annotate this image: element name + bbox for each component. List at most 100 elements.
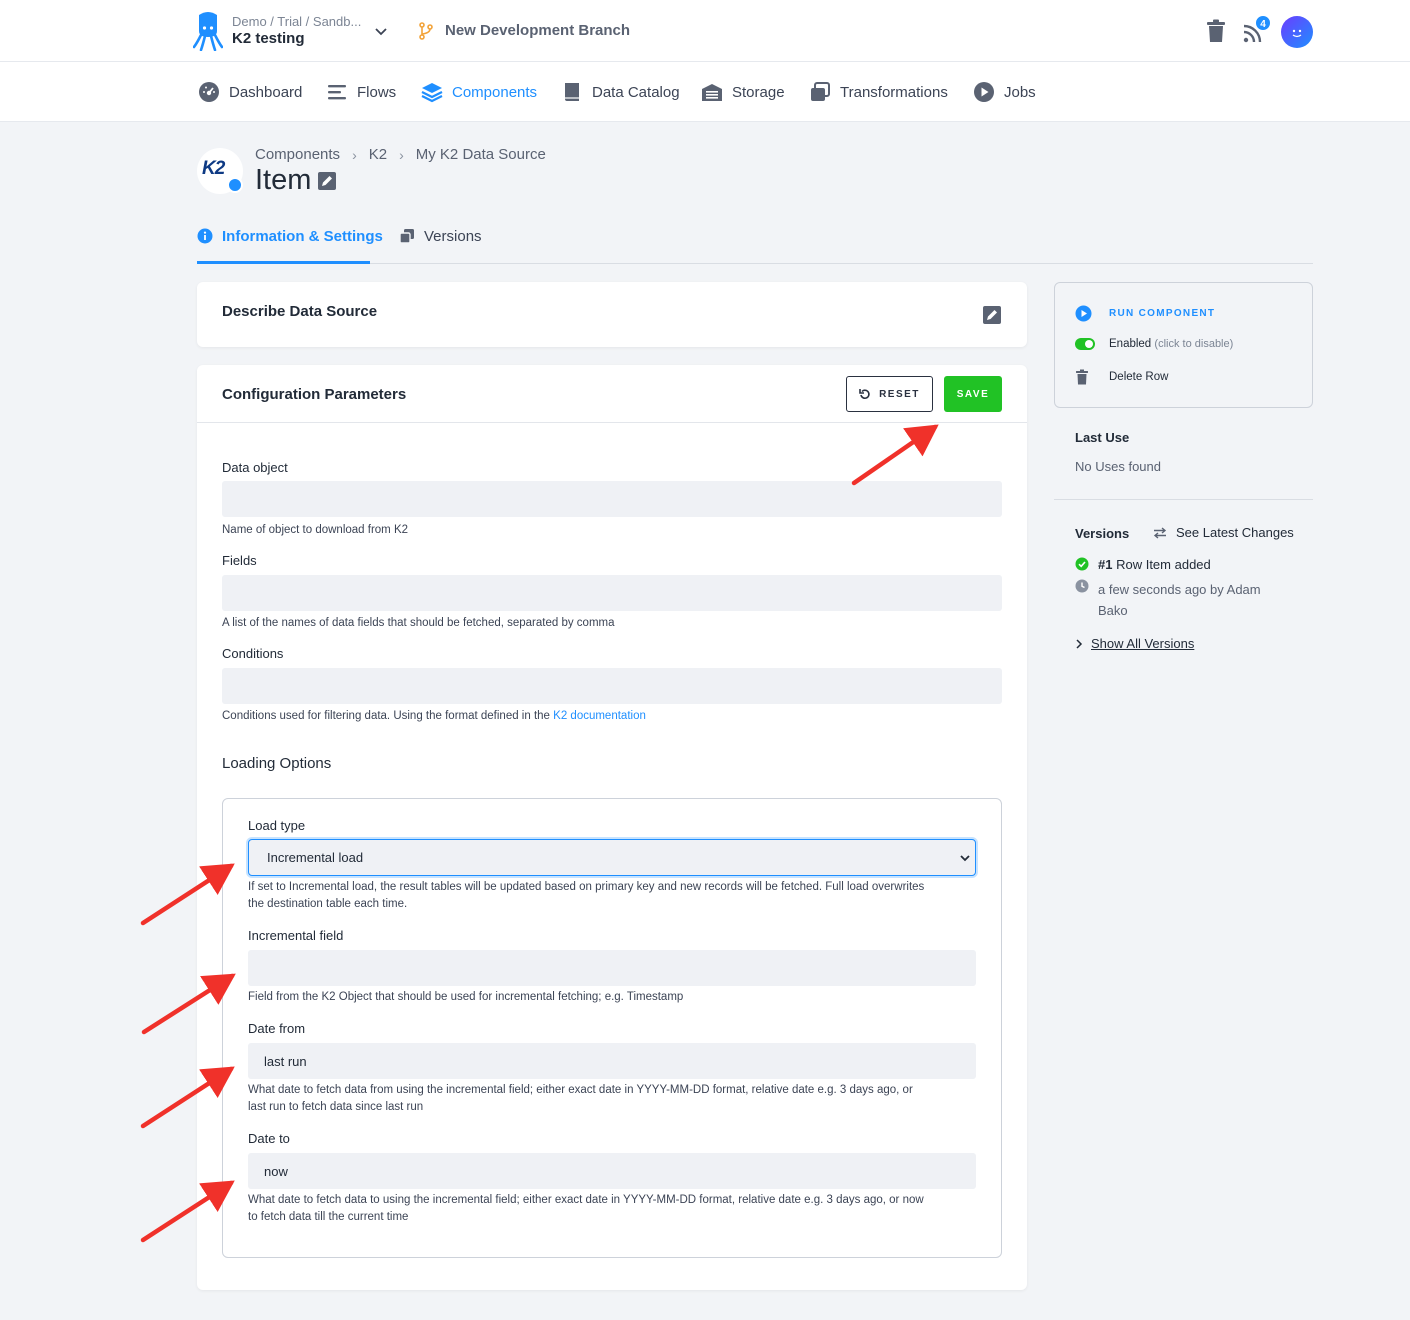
incremental-field-input[interactable] xyxy=(248,950,976,986)
octopus-logo-icon[interactable] xyxy=(193,11,223,51)
breadcrumb-k2[interactable]: K2 xyxy=(369,146,387,163)
load-type-help-line2: the destination table each time. xyxy=(248,898,408,910)
nav-jobs[interactable]: Jobs xyxy=(973,80,1036,104)
see-latest-changes-label: See Latest Changes xyxy=(1176,525,1294,540)
branch-icon xyxy=(419,22,433,40)
k2-documentation-link[interactable]: K2 documentation xyxy=(553,710,646,722)
book-icon xyxy=(565,83,579,101)
load-type-value: Incremental load xyxy=(267,850,364,865)
chevron-right-icon: › xyxy=(399,146,404,163)
trash-icon[interactable] xyxy=(1205,19,1227,43)
transformations-icon xyxy=(811,82,830,101)
storage-icon xyxy=(702,84,722,101)
last-use-value: No Uses found xyxy=(1075,459,1161,474)
describe-title: Describe Data Source xyxy=(222,303,378,320)
show-all-versions-link[interactable]: Show All Versions xyxy=(1075,636,1194,651)
date-from-label: Date from xyxy=(248,1021,306,1036)
tab-information-settings[interactable]: Information & Settings xyxy=(197,225,383,247)
date-to-input[interactable] xyxy=(248,1153,976,1189)
nav-label: Jobs xyxy=(1004,83,1036,101)
avatar[interactable] xyxy=(1281,16,1313,48)
data-object-help: Name of object to download from K2 xyxy=(222,524,409,536)
copy-icon xyxy=(399,229,414,244)
nav-transformations[interactable]: Transformations xyxy=(809,80,948,104)
config-title: Configuration Parameters xyxy=(222,386,407,403)
conditions-label: Conditions xyxy=(222,646,284,661)
page-title: Item xyxy=(255,164,312,196)
configuration-card: Configuration Parameters RESET SAVE Data… xyxy=(197,365,1027,1290)
breadcrumb-data-source[interactable]: My K2 Data Source xyxy=(416,146,546,163)
top-bar: Demo / Trial / Sandb... K2 testing New D… xyxy=(0,0,1410,62)
date-to-label: Date to xyxy=(248,1131,290,1146)
edit-icon[interactable] xyxy=(983,306,1001,324)
nav-label: Components xyxy=(452,83,538,101)
play-icon xyxy=(974,82,994,102)
tab-versions[interactable]: Versions xyxy=(399,225,482,247)
nav-data-catalog[interactable]: Data Catalog xyxy=(561,80,680,104)
k2-logo-text: K2 xyxy=(202,158,225,179)
version-time-line2: Bako xyxy=(1098,603,1128,618)
notification-badge: 4 xyxy=(1254,14,1272,32)
nav-label: Transformations xyxy=(840,83,948,101)
fields-label: Fields xyxy=(222,553,257,568)
date-from-help-line2: last run to fetch data since last run xyxy=(248,1101,424,1113)
edit-icon[interactable] xyxy=(318,172,336,190)
clock-icon xyxy=(1075,579,1089,593)
conditions-input[interactable] xyxy=(222,668,1002,704)
date-from-help-line1: What date to fetch data from using the i… xyxy=(248,1084,913,1096)
date-from-input[interactable] xyxy=(248,1043,976,1079)
delete-row-button[interactable]: Delete Row xyxy=(1075,369,1168,385)
last-use-title: Last Use xyxy=(1075,430,1130,445)
data-object-input[interactable] xyxy=(222,481,1002,517)
incremental-field-help: Field from the K2 Object that should be … xyxy=(248,991,684,1003)
version-time-line1: a few seconds ago by Adam xyxy=(1098,582,1261,597)
toggle-switch[interactable] xyxy=(1075,338,1095,350)
nav-dashboard[interactable]: Dashboard xyxy=(198,80,302,104)
show-all-versions-label: Show All Versions xyxy=(1091,636,1195,651)
date-from-help: What date to fetch data from using the i… xyxy=(248,1082,913,1116)
describe-card: Describe Data Source xyxy=(197,282,1027,347)
chevron-right-icon xyxy=(1076,638,1083,649)
branch-label[interactable]: New Development Branch xyxy=(445,22,630,39)
date-to-help-line1: What date to fetch data to using the inc… xyxy=(248,1194,924,1206)
data-object-label: Data object xyxy=(222,460,288,475)
check-circle-icon xyxy=(1075,557,1089,571)
reset-label: RESET xyxy=(879,388,920,400)
nav-components[interactable]: Components xyxy=(421,80,537,104)
enabled-label: Enabled xyxy=(1109,338,1152,350)
active-tab-indicator xyxy=(197,261,370,264)
fields-input[interactable] xyxy=(222,575,1002,611)
chevron-down-icon[interactable] xyxy=(374,24,388,38)
run-component-button[interactable]: RUN COMPONENT xyxy=(1075,305,1215,322)
nav-label: Dashboard xyxy=(229,83,303,101)
breadcrumb: Components › K2 › My K2 Data Source xyxy=(255,146,546,163)
version-description: Row Item added xyxy=(1116,557,1211,572)
date-to-help: What date to fetch data to using the inc… xyxy=(248,1192,924,1226)
sidebar-divider xyxy=(1054,499,1313,500)
nav-storage[interactable]: Storage xyxy=(701,80,785,104)
see-latest-changes-link[interactable]: See Latest Changes xyxy=(1153,525,1294,540)
nav-flows[interactable]: Flows xyxy=(326,80,396,104)
database-badge-icon xyxy=(227,177,243,193)
chevron-down-icon xyxy=(960,855,970,862)
save-button[interactable]: SAVE xyxy=(944,376,1002,412)
components-icon xyxy=(421,83,443,103)
reset-button[interactable]: RESET xyxy=(846,376,933,412)
date-to-help-line2: to fetch data till the current time xyxy=(248,1211,409,1223)
load-type-help-line1: If set to Incremental load, the result t… xyxy=(248,881,925,893)
play-circle-icon xyxy=(1075,305,1092,322)
load-type-select[interactable]: Incremental load xyxy=(248,839,976,876)
trash-icon xyxy=(1076,369,1088,385)
main-nav: Dashboard Flows Components Data Catalog … xyxy=(0,62,1410,122)
tab-label: Information & Settings xyxy=(222,227,383,245)
dashboard-icon xyxy=(199,82,219,102)
config-divider xyxy=(197,422,1027,423)
project-name: K2 testing xyxy=(232,30,305,47)
enabled-toggle[interactable]: Enabled (click to disable) xyxy=(1075,338,1233,350)
info-icon xyxy=(197,228,213,244)
project-switcher[interactable]: Demo / Trial / Sandb... K2 testing xyxy=(232,14,361,47)
load-type-help: If set to Incremental load, the result t… xyxy=(248,879,924,913)
version-entry[interactable]: #1 Row Item added xyxy=(1098,557,1211,572)
breadcrumb-components[interactable]: Components xyxy=(255,146,340,163)
conditions-help-text: Conditions used for filtering data. Usin… xyxy=(222,710,550,722)
